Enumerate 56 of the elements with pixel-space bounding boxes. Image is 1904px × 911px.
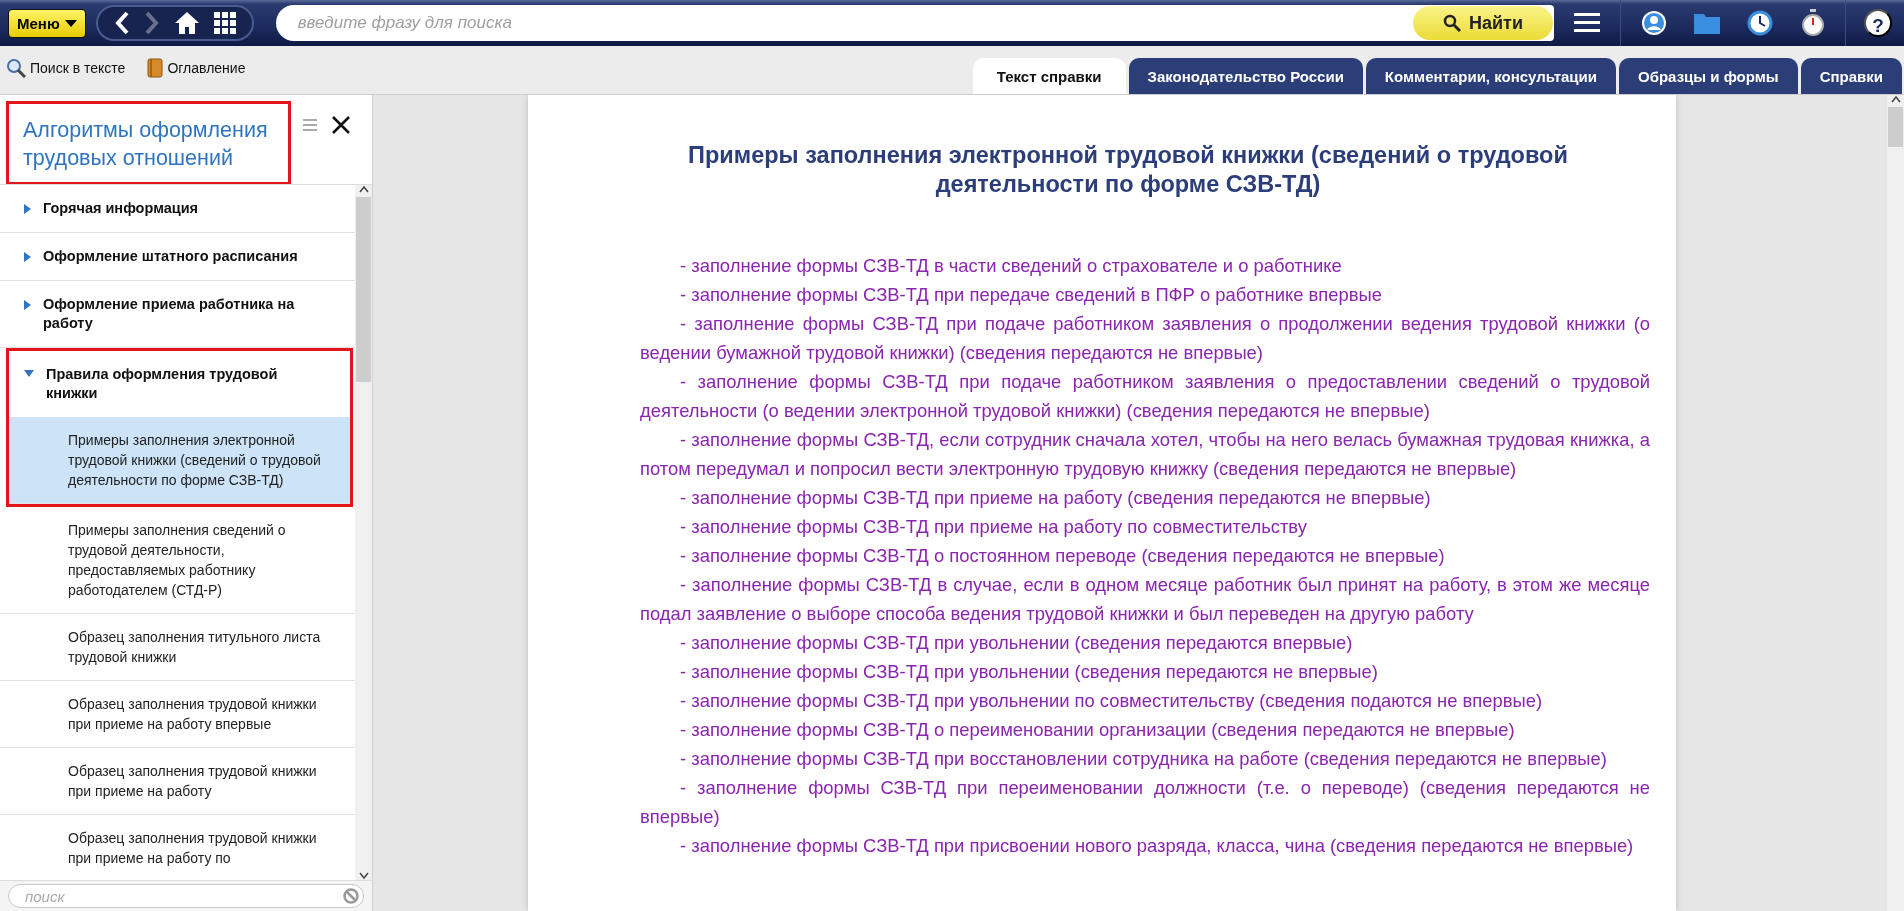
document-link[interactable]: - заполнение формы СЗВ-ТД, если сотрудник сначала хотел, чтобы на него велась бумажная трудовая книжка, а потом передумал и попросил вести электронную трудовую книжку (сведения передаются не впервые) [640,425,1650,483]
scrollbar[interactable] [1887,95,1904,911]
expanded-triangle-icon [24,370,34,377]
tree-section[interactable]: Правила оформления трудовой книжки [9,351,350,417]
document-link[interactable]: - заполнение формы СЗВ-ТД при увольнении (сведения передаются не впервые) [640,657,1650,686]
collapsed-triangle-icon [24,300,31,310]
find-button[interactable]: Найти [1413,6,1553,40]
document-link[interactable]: - заполнение формы СЗВ-ТД в части сведений о страхователе и о работнике [640,251,1650,280]
menu-icon[interactable] [1574,12,1600,34]
document-link[interactable]: - заполнение формы СЗВ-ТД при восстановлении сотрудника на работе (сведения передаются не впервые) [640,744,1650,773]
contents-button[interactable]: Оглавление [147,58,246,78]
scroll-down-icon [358,872,369,880]
scroll-up-icon [1890,95,1901,103]
clear-icon [343,888,359,904]
document-link[interactable]: - заполнение формы СЗВ-ТД о переименовании организации (сведения передаются не впервые) [640,715,1650,744]
caret-icon [64,19,77,27]
document-link[interactable]: - заполнение формы СЗВ-ТД при переименовании должности (т.е. о переводе) (сведения передаются не впервые) [640,773,1650,831]
stopwatch-icon[interactable] [1801,9,1825,37]
document-link[interactable]: - заполнение формы СЗВ-ТД при подаче работником заявления о предоставлении сведений о трудовой деятельности (о ведении электронной трудовой книжки) (сведения передаются не впервые) [640,367,1650,425]
scrollbar-thumb[interactable] [356,197,371,382]
tab[interactable]: Образцы и формы [1619,58,1798,94]
scrollbar-thumb[interactable] [1888,107,1903,147]
close-icon[interactable] [331,115,351,135]
collapsed-triangle-icon [24,252,31,262]
document-link[interactable]: - заполнение формы СЗВ-ТД при увольнении (сведения передаются впервые) [640,628,1650,657]
tab[interactable]: Законодательство России [1128,58,1363,94]
folder-icon[interactable] [1693,11,1721,35]
tab[interactable]: Текст справки [972,58,1126,94]
scrollbar[interactable] [355,185,372,880]
clock-icon[interactable] [1747,10,1775,36]
collapsed-triangle-icon [24,204,31,214]
search-field[interactable]: введите фразу для поиска Найти [275,5,1554,41]
panel-search-field[interactable]: поиск [8,884,364,908]
search-icon [1443,14,1462,32]
search-in-text-button[interactable]: Поиск в тексте [6,58,126,78]
book-icon [147,58,164,78]
tab[interactable]: Комментарии, консультации [1365,58,1616,94]
document-link[interactable]: - заполнение формы СЗВ-ТД при подаче работником заявления о продолжении ведения трудовой книжки (о ведении бумажной трудовой книжки) (сведения передаются не впервые) [640,309,1650,367]
document-link[interactable]: - заполнение формы СЗВ-ТД при присвоении нового разряда, класса, чина (сведения передаются не впервые) [640,831,1650,860]
document-link[interactable]: - заполнение формы СЗВ-ТД при увольнении по совместительству (сведения подаются не впервые) [640,686,1650,715]
help-button[interactable]: ? [1864,9,1892,37]
tree-item[interactable]: Примеры заполнения электронной трудовой книжки (сведений о трудовой деятельности по форме СЗВ-ТД) [9,417,350,504]
document-title: Примеры заполнения электронной трудовой книжки (сведений о трудовой деятельности по форме СЗВ-ТД) [687,141,1569,199]
document-link[interactable]: - заполнение формы СЗВ-ТД о постоянном переводе (сведения передаются не впервые) [640,541,1650,570]
tab[interactable]: Справки [1800,58,1902,94]
home-icon[interactable] [173,11,200,35]
document-link[interactable]: - заполнение формы СЗВ-ТД при приеме на работу (сведения передаются не впервые) [640,483,1650,512]
grid-icon[interactable] [213,12,236,34]
user-icon[interactable] [1641,10,1667,36]
magnifier-icon [6,58,26,78]
menu-button[interactable]: Меню [8,8,86,38]
document-link[interactable]: - заполнение формы СЗВ-ТД при передаче сведений в ПФР о работнике впервые [640,280,1650,309]
scroll-up-icon [358,185,369,193]
panel-title: Алгоритмы оформления трудовых отношений [6,101,291,185]
document-link[interactable]: - заполнение формы СЗВ-ТД в случае, если в одном месяце работник был принят на работу, в этом же месяце подал заявление о выборе способа ведения трудовой книжки и был переведен на другую работу [640,570,1650,628]
document-link[interactable]: - заполнение формы СЗВ-ТД при приеме на работу по совместительству [640,512,1650,541]
